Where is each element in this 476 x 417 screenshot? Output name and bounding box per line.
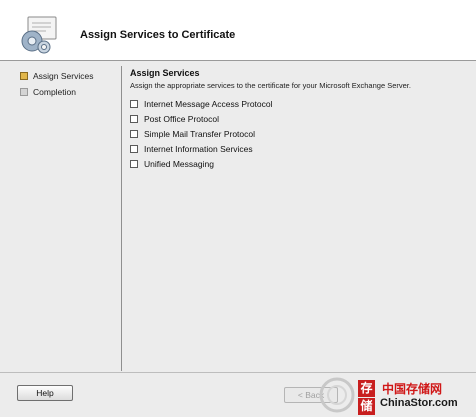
watermark-char: 存 <box>358 380 375 397</box>
step-completion: Completion <box>20 85 76 99</box>
pending-step-icon <box>20 88 28 96</box>
pop-checkbox[interactable] <box>130 115 138 123</box>
imap-label[interactable]: Internet Message Access Protocol <box>144 99 273 109</box>
step-assign-services: Assign Services <box>20 69 93 83</box>
service-iis[interactable]: Internet Information Services <box>130 143 253 155</box>
wizard-header: Assign Services to Certificate <box>0 0 476 61</box>
step-label: Assign Services <box>33 71 94 81</box>
current-step-icon <box>20 72 28 80</box>
page-title: Assign Services to Certificate <box>80 29 236 41</box>
wizard-steps: Assign Services Completion <box>0 61 120 371</box>
service-pop[interactable]: Post Office Protocol <box>130 113 219 125</box>
smtp-label[interactable]: Simple Mail Transfer Protocol <box>144 129 255 139</box>
iis-checkbox[interactable] <box>130 145 138 153</box>
service-smtp[interactable]: Simple Mail Transfer Protocol <box>130 128 255 140</box>
watermark-char: 储 <box>358 398 375 415</box>
watermark-logo-icon <box>319 377 355 413</box>
section-title: Assign Services <box>130 68 200 78</box>
section-description: Assign the appropriate services to the c… <box>130 81 411 90</box>
service-um[interactable]: Unified Messaging <box>130 158 214 170</box>
pop-label[interactable]: Post Office Protocol <box>144 114 219 124</box>
imap-checkbox[interactable] <box>130 100 138 108</box>
certificate-gear-icon <box>21 16 57 54</box>
um-checkbox[interactable] <box>130 160 138 168</box>
step-label: Completion <box>33 87 76 97</box>
um-label[interactable]: Unified Messaging <box>144 159 214 169</box>
smtp-checkbox[interactable] <box>130 130 138 138</box>
watermark: 存 储 中国存储网 ChinaStor.com <box>318 376 476 417</box>
footer-divider <box>0 372 476 373</box>
service-imap[interactable]: Internet Message Access Protocol <box>130 98 273 110</box>
iis-label[interactable]: Internet Information Services <box>144 144 253 154</box>
watermark-url: ChinaStor.com <box>380 397 458 409</box>
pane-divider <box>121 66 122 371</box>
watermark-cn-text: 中国存储网 <box>382 382 443 396</box>
help-button[interactable]: Help <box>17 385 73 401</box>
